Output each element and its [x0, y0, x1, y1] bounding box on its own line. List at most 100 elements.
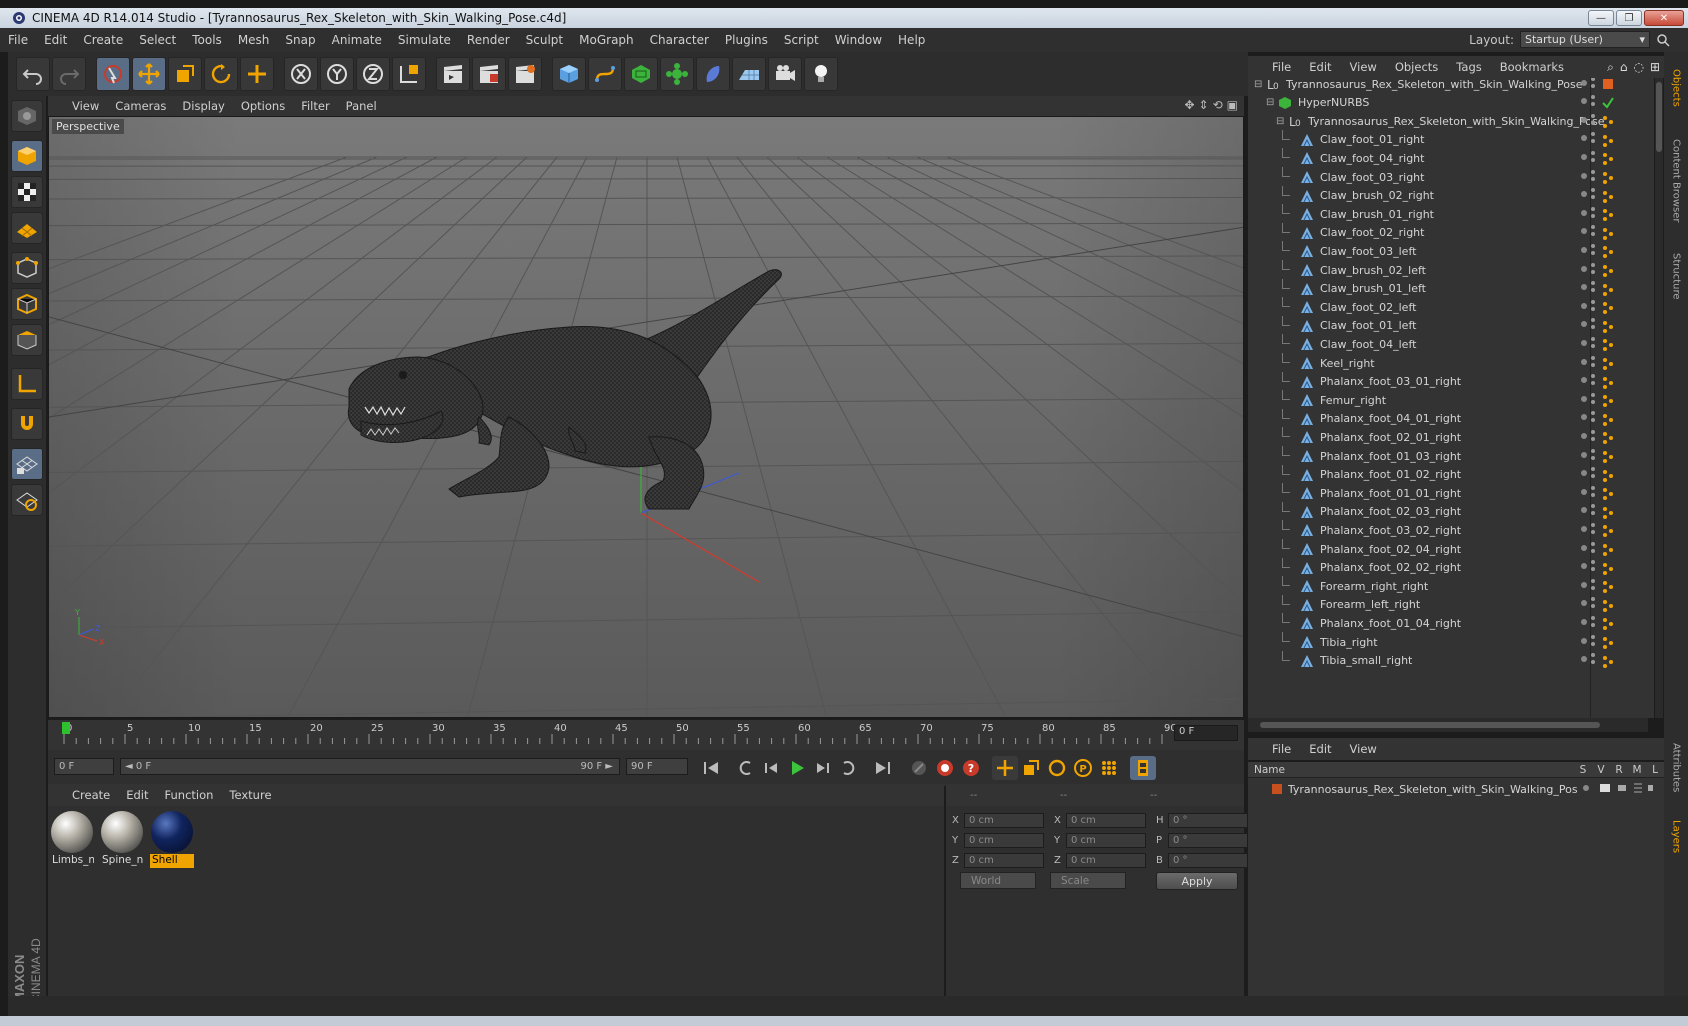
viewport-menu-view[interactable]: View — [72, 99, 99, 113]
add-deformer-button[interactable] — [696, 57, 730, 91]
phong-tag-icon[interactable] — [1602, 617, 1614, 631]
menu-create[interactable]: Create — [75, 33, 131, 47]
object-row[interactable]: Phalanx_foot_04_01_right — [1248, 408, 1654, 429]
visibility-dots[interactable] — [1580, 112, 1598, 131]
coordinate-value-field[interactable]: 0 cm — [1066, 852, 1146, 868]
phong-tag-icon[interactable] — [1602, 115, 1614, 129]
phong-tag-icon[interactable] — [1602, 283, 1614, 296]
size-mode-dropdown[interactable]: Scale — [1050, 872, 1126, 889]
layer-column-r[interactable]: R — [1610, 764, 1628, 776]
object-row[interactable]: Claw_foot_03_left — [1248, 241, 1654, 261]
search-icon[interactable] — [1656, 33, 1670, 47]
coordinate-value-field[interactable]: 0 cm — [1066, 832, 1146, 848]
key-position-button[interactable] — [992, 756, 1018, 780]
material-swatch[interactable]: Limbs_n — [50, 810, 94, 868]
visibility-dots[interactable] — [1580, 316, 1598, 335]
visibility-dots[interactable] — [1580, 261, 1598, 280]
add-spline-button[interactable] — [588, 57, 622, 91]
object-row[interactable]: ⊟ L 0 Tyrannosaurus_Rex_Skeleton_with_Skin_… — [1248, 111, 1654, 131]
minimize-button[interactable]: — — [1588, 10, 1614, 26]
viewport-menu-options[interactable]: Options — [241, 99, 285, 113]
object-row[interactable]: Claw_brush_01_right — [1248, 204, 1654, 224]
menu-sculpt[interactable]: Sculpt — [518, 33, 571, 47]
menu-edit[interactable]: Edit — [36, 33, 75, 47]
add-light-button[interactable] — [804, 57, 838, 91]
undo-button[interactable] — [16, 57, 50, 91]
tab-layers[interactable]: Layers — [1667, 812, 1685, 862]
preview-range-slider[interactable]: ◄ 0 F 90 F ► — [120, 758, 620, 775]
phong-tag-icon[interactable] — [1602, 469, 1614, 482]
redo-button[interactable] — [52, 57, 86, 91]
object-menu-file[interactable]: File — [1272, 60, 1291, 74]
phong-tag-icon[interactable] — [1602, 376, 1614, 389]
coordinate-value-field[interactable]: 0 ° — [1168, 852, 1248, 868]
timeline-ruler[interactable]: 051015202530354045505560657075808590 0 F — [48, 720, 1244, 750]
coordinate-value-field[interactable]: 0 cm — [964, 832, 1044, 848]
key-pla-button[interactable] — [1096, 756, 1122, 780]
object-row[interactable]: Keel_right — [1248, 353, 1654, 373]
record-keys-off-button[interactable] — [906, 756, 932, 780]
menu-mograph[interactable]: MoGraph — [571, 33, 642, 47]
viewport-menu-filter[interactable]: Filter — [301, 99, 329, 113]
close-button[interactable]: ✕ — [1644, 10, 1684, 26]
phong-tag-icon[interactable] — [1602, 320, 1614, 333]
object-row[interactable]: Femur_right — [1248, 390, 1654, 410]
phong-tag-icon[interactable] — [1602, 413, 1614, 426]
object-row[interactable]: Phalanx_foot_01_03_right — [1248, 446, 1654, 466]
phong-tag-icon[interactable] — [1602, 134, 1614, 147]
goto-end-button[interactable] — [870, 756, 896, 780]
add-nurbs-button[interactable] — [624, 57, 658, 91]
recent-tools-button[interactable] — [240, 57, 274, 91]
perspective-viewport[interactable]: Y X Z Perspective — [48, 116, 1244, 718]
orbit-view-icon[interactable]: ⟲ — [1213, 98, 1223, 112]
tree-collapse-icon[interactable]: ⊟ — [1276, 116, 1284, 127]
texture-mode-button[interactable] — [11, 176, 43, 208]
layer-column-l[interactable]: L — [1646, 764, 1664, 776]
layer-column-v[interactable]: V — [1592, 764, 1610, 776]
object-manager-vscrollbar[interactable] — [1655, 78, 1663, 718]
visibility-dots[interactable] — [1580, 558, 1598, 577]
coordinate-system-button[interactable] — [392, 57, 426, 91]
layer-column-m[interactable]: M — [1628, 764, 1646, 776]
layer-row[interactable]: Tyrannosaurus_Rex_Skeleton_with_Skin_Wal… — [1248, 780, 1654, 798]
live-selection-button[interactable] — [96, 57, 130, 91]
play-forwards-button[interactable] — [784, 756, 810, 780]
visibility-dots[interactable] — [1580, 372, 1598, 391]
goto-start-button[interactable] — [698, 756, 724, 780]
toggle-layout-icon[interactable]: ▣ — [1227, 98, 1238, 112]
goto-next-frame-button[interactable] — [810, 756, 836, 780]
coordinate-mode-dropdown[interactable]: World — [960, 872, 1036, 889]
coordinate-value-field[interactable]: 0 cm — [964, 852, 1044, 868]
material-swatch[interactable]: Shell — [150, 810, 194, 868]
visibility-dots[interactable] — [1580, 540, 1598, 559]
coordinate-value-field[interactable]: 0 ° — [1168, 812, 1248, 828]
visibility-dots[interactable] — [1580, 521, 1598, 540]
object-row[interactable]: Phalanx_foot_02_02_right — [1248, 557, 1654, 578]
tree-collapse-icon[interactable]: ⊟ — [1254, 79, 1262, 90]
goto-previous-frame-button[interactable] — [758, 756, 784, 780]
layer-flag-icons[interactable] — [1578, 781, 1654, 798]
visibility-dots[interactable] — [1580, 409, 1598, 428]
menu-render[interactable]: Render — [459, 33, 518, 47]
visibility-dots[interactable] — [1580, 78, 1598, 94]
workplane-mode-button[interactable] — [11, 212, 43, 244]
menu-script[interactable]: Script — [776, 33, 827, 47]
object-row[interactable]: Phalanx_foot_01_02_right — [1248, 464, 1654, 485]
object-row[interactable]: Claw_brush_02_left — [1248, 260, 1654, 280]
object-row[interactable]: Claw_foot_04_left — [1248, 334, 1654, 354]
layer-color-swatch[interactable] — [1272, 784, 1282, 794]
visibility-dots[interactable] — [1580, 651, 1598, 670]
move-tool-button[interactable] — [132, 57, 166, 91]
tab-objects[interactable]: Objects — [1667, 58, 1685, 118]
layer-menu-file[interactable]: File — [1272, 742, 1291, 756]
visibility-dots[interactable] — [1580, 279, 1598, 298]
points-mode-button[interactable] — [11, 252, 43, 284]
phong-tag-icon[interactable] — [1602, 245, 1614, 259]
object-row[interactable]: Claw_foot_02_right — [1248, 222, 1654, 243]
phong-tag-icon[interactable] — [1602, 655, 1614, 668]
visibility-dots[interactable] — [1580, 335, 1598, 354]
phong-tag-icon[interactable] — [1602, 543, 1614, 556]
visibility-dots[interactable] — [1580, 577, 1598, 596]
object-row[interactable]: Forearm_left_right — [1248, 594, 1654, 615]
tab-attributes[interactable]: Attributes — [1667, 732, 1685, 804]
